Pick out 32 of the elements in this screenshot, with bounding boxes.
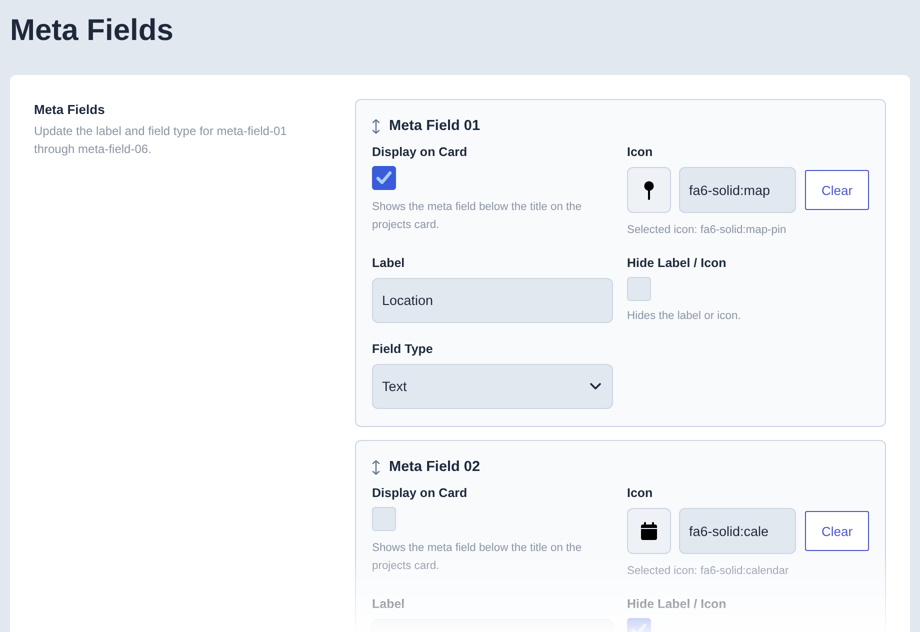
help-text: Shows the meta field below the title on the projects card. (372, 200, 583, 233)
field-label: Field Type (372, 341, 433, 357)
field-label: Display on Card (372, 144, 468, 160)
field-label: Icon (627, 485, 653, 501)
section-description: Update the label and field type for meta-field-01 through meta-field-06. (34, 123, 288, 158)
section-title: Meta Fields (34, 102, 105, 118)
card-title: Meta Field 02 (389, 458, 480, 476)
help-text: Shows the meta field below the title on the projects card. (372, 541, 583, 574)
icon-input[interactable]: fa6-solid:cale (679, 508, 796, 554)
field-type-select[interactable]: Text (372, 364, 613, 409)
label-input[interactable]: Location (372, 278, 613, 323)
clear-button[interactable]: Clear (805, 511, 869, 551)
page-title: Meta Fields (10, 13, 174, 49)
check-icon (376, 171, 392, 185)
field-label: Label (372, 255, 405, 271)
icon-input[interactable]: fa6-solid:map (679, 167, 796, 213)
chevron-down-icon (590, 383, 601, 390)
calendar-icon (641, 522, 657, 540)
field-label: Display on Card (372, 485, 468, 501)
card-title: Meta Field 01 (389, 117, 480, 135)
up-down-arrow-icon (372, 118, 380, 134)
display-on-card-checkbox[interactable] (372, 166, 396, 190)
selected-icon-text: Selected icon: fa6-solid:calendar (627, 564, 789, 579)
help-text: Hides the label or icon. (627, 309, 741, 324)
up-down-arrow-icon (372, 460, 380, 474)
field-label: Hide Label / Icon (627, 255, 726, 271)
map-pin-icon (644, 180, 654, 200)
selected-icon-text: Selected icon: fa6-solid:map-pin (627, 223, 786, 238)
field-label: Label (372, 596, 405, 612)
field-label: Hide Label / Icon (627, 596, 726, 612)
field-label: Icon (627, 144, 653, 160)
clear-button[interactable]: Clear (805, 170, 869, 210)
